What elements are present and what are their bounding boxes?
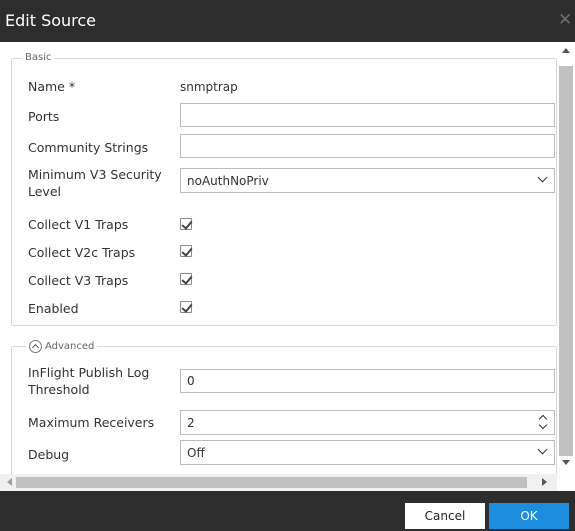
horizontal-scroll-thumb[interactable]	[16, 477, 527, 488]
min-v3-security-select[interactable]: noAuthNoPriv	[180, 168, 555, 193]
enabled-label: Enabled	[28, 301, 79, 316]
scroll-down-icon[interactable]	[562, 460, 570, 465]
dialog-title: Edit Source	[5, 11, 97, 30]
name-label: Name *	[28, 79, 76, 94]
community-strings-input[interactable]	[180, 134, 555, 158]
collect-v3-checkbox[interactable]	[180, 273, 192, 285]
collect-v1-checkbox[interactable]	[180, 218, 192, 230]
cancel-button[interactable]: Cancel	[405, 503, 485, 529]
name-value: snmptrap	[180, 80, 238, 94]
edit-source-dialog: Edit Source ✕ Basic Name * snmptrap Port…	[0, 0, 575, 531]
chevron-up-circle-icon	[29, 340, 42, 353]
basic-legend: Basic	[22, 52, 55, 64]
advanced-legend-label: Advanced	[45, 340, 95, 352]
vertical-scroll-thumb[interactable]	[559, 66, 573, 456]
title-bar: Edit Source ✕	[0, 0, 575, 42]
ports-input[interactable]	[180, 103, 555, 127]
inflight-threshold-label-line1: InFlight Publish Log	[28, 365, 150, 380]
debug-value: Off	[187, 446, 205, 460]
collect-v3-label: Collect V3 Traps	[28, 273, 129, 288]
collect-v1-label: Collect V1 Traps	[28, 217, 129, 232]
horizontal-scrollbar[interactable]	[0, 474, 557, 491]
scroll-up-icon[interactable]	[562, 48, 570, 53]
dialog-footer: Cancel OK	[0, 491, 575, 531]
spinner-arrows-icon[interactable]	[538, 413, 548, 431]
dialog-content: Basic Name * snmptrap Ports Community St…	[0, 42, 575, 474]
scroll-right-icon[interactable]	[542, 478, 547, 486]
inflight-threshold-label-line2: Threshold	[28, 382, 90, 397]
debug-label: Debug	[28, 447, 70, 462]
ports-label: Ports	[28, 109, 60, 124]
maximum-receivers-label: Maximum Receivers	[28, 415, 155, 430]
advanced-toggle[interactable]: Advanced	[26, 340, 98, 353]
scroll-left-icon[interactable]	[7, 478, 12, 486]
vertical-scrollbar[interactable]	[557, 42, 575, 474]
chevron-down-icon	[537, 444, 548, 455]
chevron-down-icon	[537, 172, 548, 183]
scrollbar-corner	[557, 474, 575, 491]
min-v3-security-label-line1: Minimum V3 Security	[28, 167, 162, 182]
close-icon[interactable]: ✕	[558, 10, 572, 30]
debug-select[interactable]: Off	[180, 440, 555, 465]
enabled-checkbox[interactable]	[180, 301, 192, 313]
inflight-threshold-input[interactable]	[180, 369, 555, 393]
min-v3-security-label-line2: Level	[28, 184, 61, 199]
min-v3-security-value: noAuthNoPriv	[187, 174, 269, 188]
maximum-receivers-stepper[interactable]: 2	[180, 410, 555, 435]
maximum-receivers-value: 2	[187, 416, 195, 430]
collect-v2c-checkbox[interactable]	[180, 245, 192, 257]
community-strings-label: Community Strings	[28, 140, 149, 155]
ok-button[interactable]: OK	[489, 503, 569, 529]
collect-v2c-label: Collect V2c Traps	[28, 245, 136, 260]
